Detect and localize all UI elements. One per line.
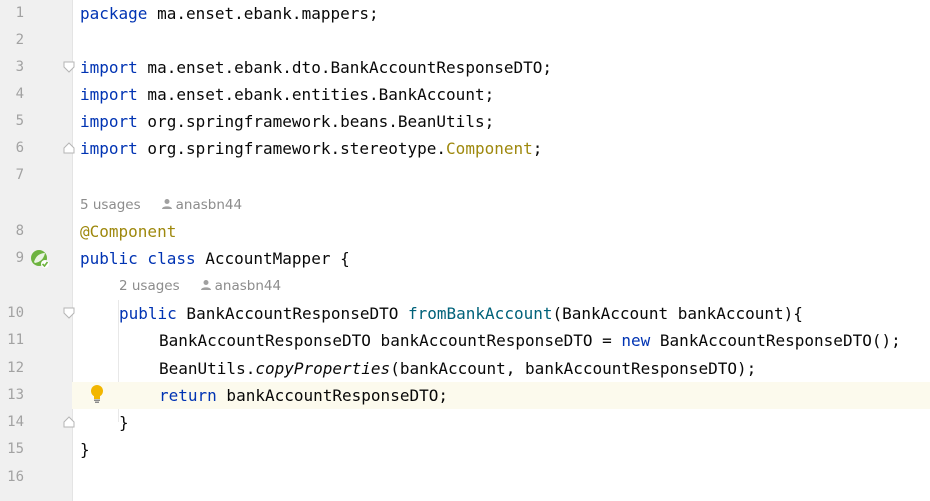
lightbulb-icon[interactable] bbox=[88, 384, 106, 404]
code-line[interactable]: 12 BeanUtils.copyProperties(bankAccount,… bbox=[0, 355, 930, 382]
code-text[interactable]: import org.springframework.beans.BeanUti… bbox=[80, 108, 494, 135]
code-text[interactable]: import ma.enset.ebank.dto.BankAccountRes… bbox=[80, 54, 552, 81]
fold-marker-icon[interactable] bbox=[63, 416, 75, 428]
code-line[interactable]: 8 @Component bbox=[0, 218, 930, 245]
code-line[interactable]: 10 public BankAccountResponseDTO fromBan… bbox=[0, 300, 930, 327]
fold-marker-icon[interactable] bbox=[63, 61, 75, 73]
code-line[interactable]: 11 BankAccountResponseDTO bankAccountRes… bbox=[0, 327, 930, 354]
code-line[interactable]: 14 } bbox=[0, 409, 930, 436]
line-number: 16 bbox=[7, 469, 24, 485]
line-number: 7 bbox=[15, 167, 24, 183]
fold-marker-icon[interactable] bbox=[63, 142, 75, 154]
class-usages-hint[interactable]: 5 usages anasbn44 bbox=[80, 192, 242, 219]
code-text[interactable]: package ma.enset.ebank.mappers; bbox=[80, 0, 379, 27]
code-line[interactable]: 1 package ma.enset.ebank.mappers; bbox=[0, 0, 930, 27]
code-line[interactable]: 4 import ma.enset.ebank.entities.BankAcc… bbox=[0, 81, 930, 108]
line-number: 5 bbox=[15, 113, 24, 129]
line-number: 4 bbox=[15, 86, 24, 102]
code-line[interactable]: 6 import org.springframework.stereotype.… bbox=[0, 135, 930, 162]
author-name: anasbn44 bbox=[175, 197, 243, 213]
code-line[interactable]: 15 } bbox=[0, 436, 930, 463]
line-number: 13 bbox=[7, 387, 24, 403]
code-text[interactable]: } bbox=[80, 436, 90, 463]
code-text[interactable]: import org.springframework.stereotype.Co… bbox=[80, 135, 542, 162]
author-name: anasbn44 bbox=[214, 278, 282, 294]
line-number: 14 bbox=[7, 414, 24, 430]
person-icon bbox=[161, 199, 172, 209]
code-text[interactable]: } bbox=[119, 409, 129, 436]
code-text[interactable]: BankAccountResponseDTO bankAccountRespon… bbox=[159, 327, 901, 354]
code-text[interactable]: public class AccountMapper { bbox=[80, 245, 350, 272]
line-number: 15 bbox=[7, 441, 24, 457]
code-line[interactable]: 3 import ma.enset.ebank.dto.BankAccountR… bbox=[0, 54, 930, 81]
line-number: 1 bbox=[15, 5, 24, 21]
fold-marker-icon[interactable] bbox=[63, 307, 75, 319]
line-number: 2 bbox=[15, 32, 24, 48]
code-line[interactable]: 5 import org.springframework.beans.BeanU… bbox=[0, 108, 930, 135]
person-icon bbox=[200, 280, 211, 290]
code-text[interactable]: return bankAccountResponseDTO; bbox=[159, 382, 448, 409]
usages-count[interactable]: 5 usages bbox=[80, 197, 141, 213]
line-number: 6 bbox=[15, 140, 24, 156]
code-line[interactable]: 2 bbox=[0, 27, 930, 54]
usages-count[interactable]: 2 usages bbox=[119, 278, 180, 294]
spring-bean-icon[interactable] bbox=[30, 249, 50, 269]
line-number: 3 bbox=[15, 59, 24, 75]
code-line[interactable]: 16 bbox=[0, 464, 930, 491]
code-line[interactable]: 7 bbox=[0, 162, 930, 189]
code-line[interactable]: 13 return bankAccountResponseDTO; bbox=[0, 382, 930, 409]
method-usages-hint[interactable]: 2 usages anasbn44 bbox=[119, 273, 281, 300]
code-line[interactable]: 9 public class AccountMapper { bbox=[0, 245, 930, 272]
line-number: 9 bbox=[15, 250, 24, 266]
code-text[interactable]: public BankAccountResponseDTO fromBankAc… bbox=[119, 300, 803, 327]
code-text[interactable]: BeanUtils.copyProperties(bankAccount, ba… bbox=[159, 355, 756, 382]
line-number: 10 bbox=[7, 305, 24, 321]
line-number: 11 bbox=[7, 332, 24, 348]
line-number: 12 bbox=[7, 360, 24, 376]
code-text[interactable]: @Component bbox=[80, 218, 176, 245]
line-number: 8 bbox=[15, 223, 24, 239]
code-text[interactable]: import ma.enset.ebank.entities.BankAccou… bbox=[80, 81, 494, 108]
